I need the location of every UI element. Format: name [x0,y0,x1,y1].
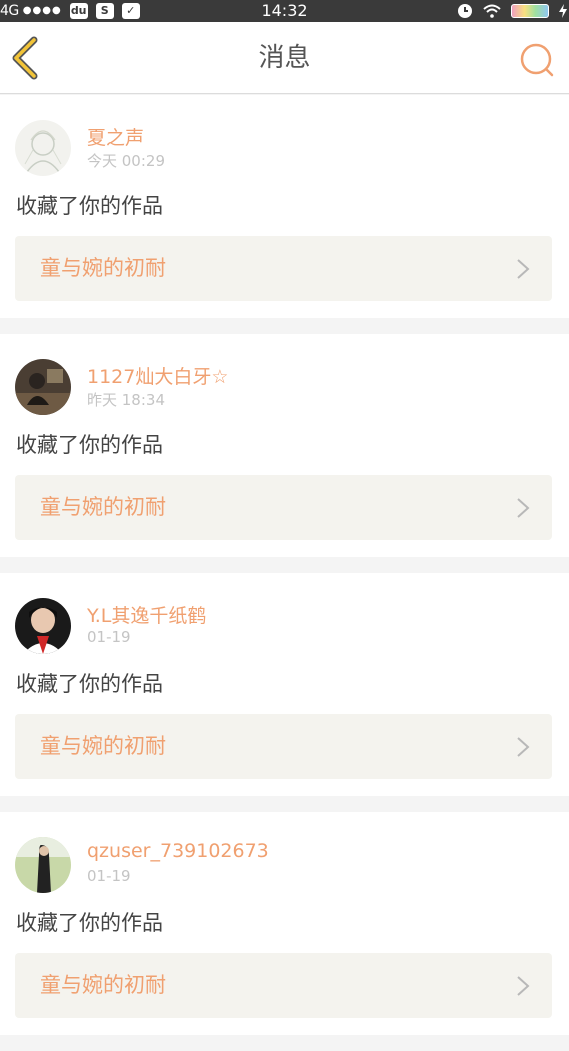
action-text: 收藏了你的作品 [16,911,163,935]
work-link[interactable]: 童与婉的初耐 [15,953,552,1018]
chevron-right-icon [517,976,530,996]
charging-icon [559,4,567,18]
avatar[interactable] [15,598,71,654]
nav-bar: 消息 [0,22,569,94]
chevron-right-icon [517,259,530,279]
message-time: 01-19 [87,628,131,646]
avatar[interactable] [15,837,71,893]
action-text: 收藏了你的作品 [16,433,163,457]
work-title: 童与婉的初耐 [40,256,166,280]
action-text: 收藏了你的作品 [16,672,163,696]
username[interactable]: 夏之声 [87,123,144,150]
avatar[interactable] [15,359,71,415]
message-list: 夏之声 今天 00:29 收藏了你的作品 童与婉的初耐 1127灿大白牙☆ 昨天… [0,95,569,1051]
alarm-icon [458,4,472,18]
work-link[interactable]: 童与婉的初耐 [15,475,552,540]
username[interactable]: qzuser_739102673 [87,840,269,862]
work-link[interactable]: 童与婉的初耐 [15,714,552,779]
message-time: 昨天 18:34 [87,391,165,409]
status-right [457,0,567,22]
work-title: 童与婉的初耐 [40,973,166,997]
search-icon[interactable] [517,40,557,80]
message-time: 01-19 [87,867,131,885]
message-time: 今天 00:29 [87,152,165,170]
work-title: 童与婉的初耐 [40,495,166,519]
chevron-right-icon [517,737,530,757]
message-card: Y.L其逸千纸鹤 01-19 收藏了你的作品 童与婉的初耐 [0,573,569,796]
message-card: 夏之声 今天 00:29 收藏了你的作品 童与婉的初耐 [0,95,569,318]
username[interactable]: 1127灿大白牙☆ [87,362,228,389]
message-card: qzuser_739102673 01-19 收藏了你的作品 童与婉的初耐 [0,812,569,1035]
action-text: 收藏了你的作品 [16,194,163,218]
username[interactable]: Y.L其逸千纸鹤 [87,601,206,628]
work-link[interactable]: 童与婉的初耐 [15,236,552,301]
avatar[interactable] [15,120,71,176]
status-bar: 4G ●●●● du S ✓ 14:32 [0,0,569,22]
message-card: 1127灿大白牙☆ 昨天 18:34 收藏了你的作品 童与婉的初耐 [0,334,569,557]
chevron-right-icon [517,498,530,518]
work-title: 童与婉的初耐 [40,734,166,758]
battery-icon [511,4,549,18]
page-title: 消息 [258,43,311,73]
wifi-icon [483,4,501,18]
